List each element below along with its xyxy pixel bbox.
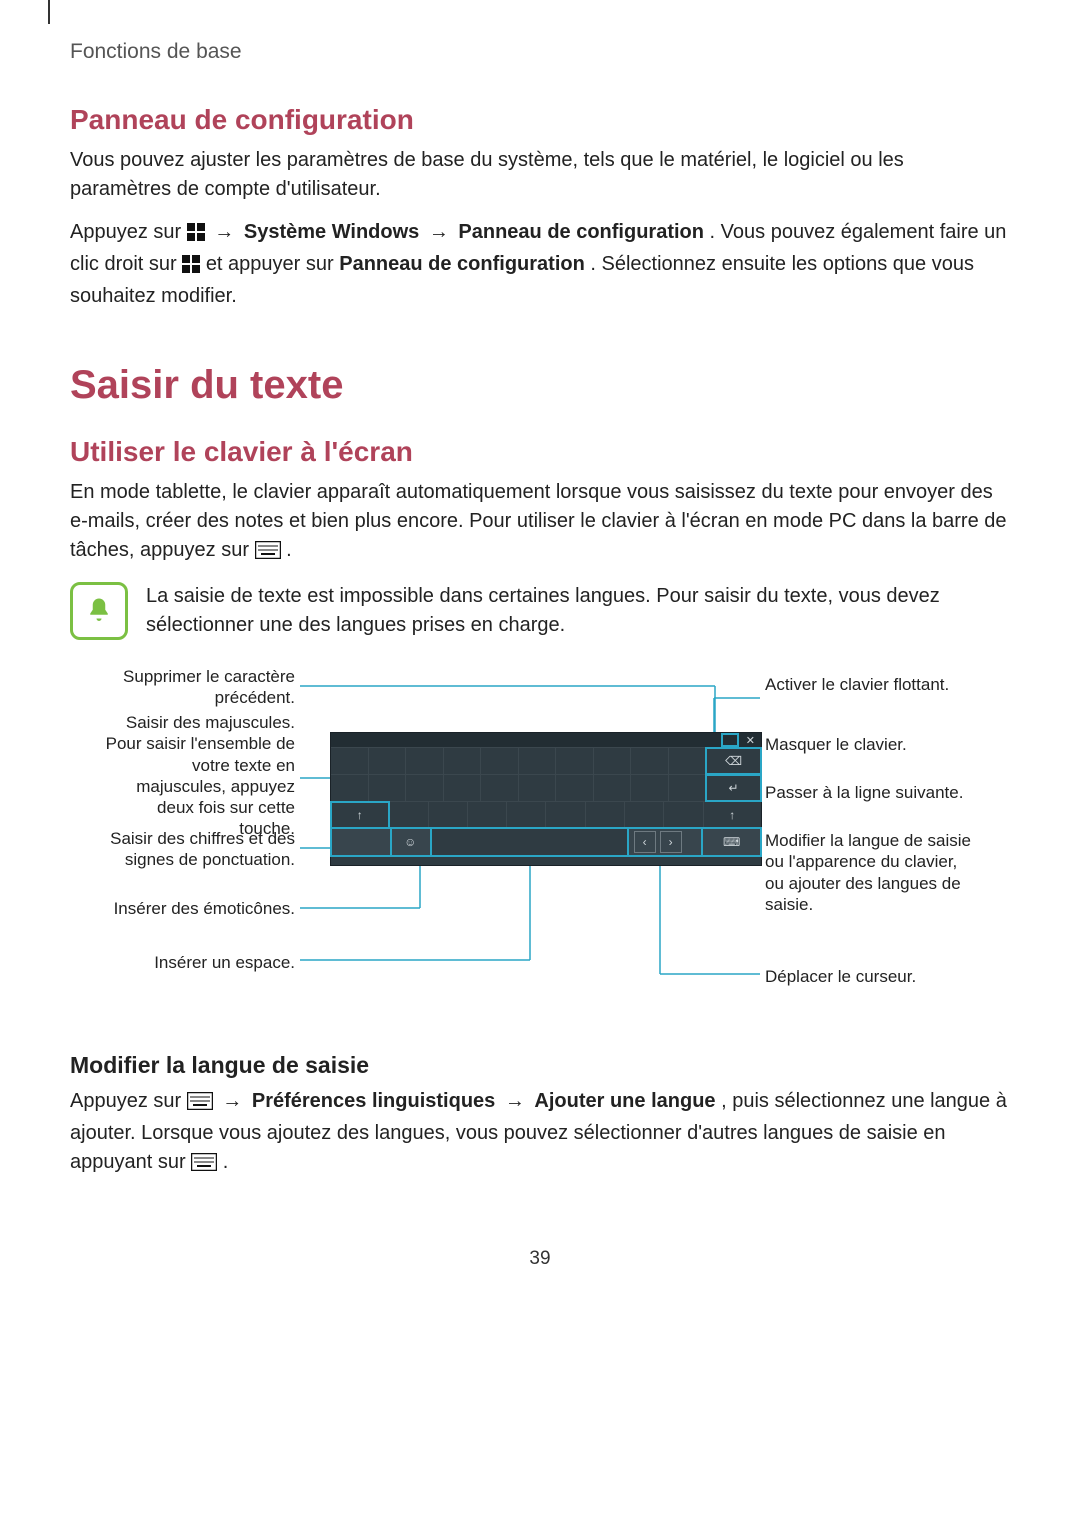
subsection-heading-onscreenkb: Utiliser le clavier à l'écran <box>70 436 1010 468</box>
bold-text: Préférences linguistiques <box>252 1090 495 1112</box>
callout-hide: Masquer le clavier. <box>765 734 975 755</box>
breadcrumb: Fonctions de base <box>70 40 1010 64</box>
backspace-key-icon: ⌫ <box>706 748 761 774</box>
emoji-key-icon: ☺ <box>391 828 431 856</box>
text: . <box>286 539 292 561</box>
float-button-icon <box>722 734 738 746</box>
section-heading-entertext: Saisir du texte <box>70 363 1010 408</box>
callout-space: Insérer un espace. <box>100 952 295 973</box>
keyboard-diagram: Supprimer le caractère précédent. Saisir… <box>100 660 980 1020</box>
text: Appuyez sur <box>70 1090 187 1112</box>
manual-page: Fonctions de base Panneau de configurati… <box>0 0 1080 1330</box>
arrow: → <box>210 221 244 243</box>
start-menu-icon <box>182 253 200 282</box>
cursor-right-icon: › <box>660 831 682 853</box>
text: En mode tablette, le clavier apparaît au… <box>70 481 1007 561</box>
on-screen-keyboard: ✕ ⌫ ↵ ↑ ↑ ☺ ‹ › <box>330 732 762 866</box>
note-text: La saisie de texte est impossible dans c… <box>146 582 1010 640</box>
changelang-text: Appuyez sur → Préférences linguistiques … <box>70 1087 1010 1180</box>
close-kbd-icon: ✕ <box>746 734 755 747</box>
text: . <box>223 1151 229 1173</box>
page-edge-mark <box>48 0 50 24</box>
enter-key-icon: ↵ <box>706 775 761 801</box>
callout-enter: Passer à la ligne suivante. <box>765 782 975 803</box>
config-intro-text: Vous pouvez ajuster les paramètres de ba… <box>70 146 1010 204</box>
symbols-key <box>331 828 391 856</box>
bold-text: Panneau de configuration <box>339 253 585 275</box>
page-number: 39 <box>70 1248 1010 1270</box>
arrow: → <box>501 1090 535 1112</box>
keyboard-settings-icon <box>187 1090 213 1119</box>
callout-cursor: Déplacer le curseur. <box>765 966 975 987</box>
onscreen-kb-text: En mode tablette, le clavier apparaît au… <box>70 478 1010 568</box>
subsection-heading-changelang: Modifier la langue de saisie <box>70 1052 1010 1079</box>
cursor-keys-group: ‹ › <box>628 828 703 856</box>
callout-symbols: Saisir des chiffres et des signes de pon… <box>100 828 295 871</box>
note-bell-icon <box>70 582 128 640</box>
keyboard-icon <box>191 1151 217 1180</box>
section-heading-config: Panneau de configuration <box>70 104 1010 136</box>
bold-text: Panneau de configuration <box>458 221 704 243</box>
arrow: → <box>218 1090 252 1112</box>
space-key <box>431 828 628 856</box>
bold-text: Ajouter une langue <box>534 1090 715 1112</box>
start-menu-icon <box>187 221 205 250</box>
keyboard-icon <box>255 539 281 568</box>
note-callout: La saisie de texte est impossible dans c… <box>70 582 1010 640</box>
cursor-left-icon: ‹ <box>634 831 656 853</box>
shift-key-icon: ↑ <box>331 802 389 828</box>
callout-emoji: Insérer des émoticônes. <box>100 898 295 919</box>
arrow: → <box>425 221 459 243</box>
text: Appuyez sur <box>70 221 187 243</box>
text: et appuyer sur <box>206 253 339 275</box>
callout-shift: Saisir des majuscules. Pour saisir l'ens… <box>100 712 295 840</box>
callout-floating: Activer le clavier flottant. <box>765 674 975 695</box>
callout-backspace: Supprimer le caractère précédent. <box>100 666 295 709</box>
lang-settings-key-icon: ⌨ <box>702 828 761 856</box>
callout-lang: Modifier la langue de saisie ou l'appare… <box>765 830 980 915</box>
bold-text: Système Windows <box>244 221 419 243</box>
config-steps-text: Appuyez sur → Système Windows → Panneau … <box>70 218 1010 311</box>
shift-right-key-icon: ↑ <box>704 802 761 828</box>
